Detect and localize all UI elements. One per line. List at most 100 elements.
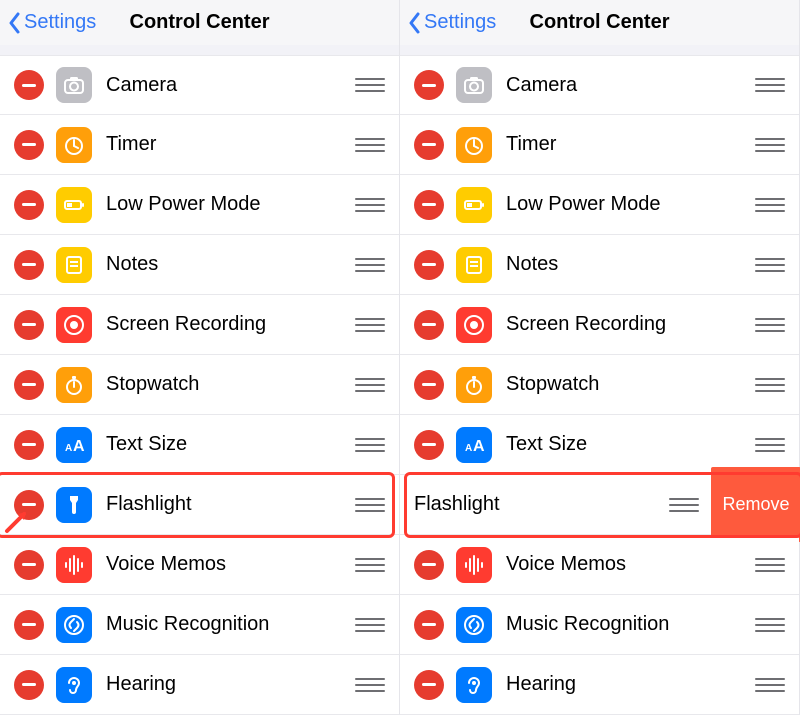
remove-toggle[interactable] xyxy=(414,370,444,400)
remove-toggle[interactable] xyxy=(14,250,44,280)
page-title: Control Center xyxy=(530,11,670,34)
remove-toggle[interactable] xyxy=(14,610,44,640)
waveform-icon xyxy=(456,547,492,583)
remove-toggle[interactable] xyxy=(414,430,444,460)
notes-icon xyxy=(456,247,492,283)
remove-toggle[interactable] xyxy=(414,250,444,280)
control-label: Camera xyxy=(106,74,355,97)
remove-toggle[interactable] xyxy=(414,610,444,640)
remove-toggle[interactable] xyxy=(14,430,44,460)
reorder-handle[interactable] xyxy=(755,258,785,272)
control-row-timer[interactable]: Timer xyxy=(400,115,799,175)
control-row-low-power-mode[interactable]: Low Power Mode xyxy=(400,175,799,235)
control-row-flashlight[interactable]: Flashlight xyxy=(0,475,399,535)
remove-toggle[interactable] xyxy=(14,550,44,580)
control-row-low-power-mode[interactable]: Low Power Mode xyxy=(0,175,399,235)
control-label: Voice Memos xyxy=(106,553,355,576)
reorder-handle[interactable] xyxy=(355,318,385,332)
control-row-hearing[interactable]: Hearing xyxy=(0,655,399,715)
remove-toggle[interactable] xyxy=(414,130,444,160)
control-row-screen-recording[interactable]: Screen Recording xyxy=(400,295,799,355)
control-row-music-recognition[interactable]: Music Recognition xyxy=(400,595,799,655)
reorder-handle[interactable] xyxy=(355,678,385,692)
back-button[interactable]: Settings xyxy=(408,11,496,34)
nav-bar: Settings Control Center xyxy=(0,0,399,45)
reorder-handle[interactable] xyxy=(355,138,385,152)
reorder-handle[interactable] xyxy=(755,618,785,632)
control-label: Flashlight xyxy=(414,493,669,516)
flashlight-icon xyxy=(56,487,92,523)
control-row-camera[interactable]: Camera xyxy=(0,55,399,115)
control-row-music-recognition[interactable]: Music Recognition xyxy=(0,595,399,655)
control-row-screen-recording[interactable]: Screen Recording xyxy=(0,295,399,355)
control-row-stopwatch[interactable]: Stopwatch xyxy=(0,355,399,415)
right-screenshot: Settings Control Center Camera Timer Low P… xyxy=(400,0,800,715)
reorder-handle[interactable] xyxy=(755,558,785,572)
control-row-voice-memos[interactable]: Voice Memos xyxy=(0,535,399,595)
reorder-handle[interactable] xyxy=(755,378,785,392)
back-button[interactable]: Settings xyxy=(8,11,96,34)
reorder-handle[interactable] xyxy=(355,498,385,512)
stopwatch-icon xyxy=(456,367,492,403)
remove-toggle[interactable] xyxy=(14,370,44,400)
reorder-handle[interactable] xyxy=(755,678,785,692)
reorder-handle[interactable] xyxy=(355,438,385,452)
battery-icon xyxy=(456,187,492,223)
ear-icon xyxy=(456,667,492,703)
control-row-notes[interactable]: Notes xyxy=(400,235,799,295)
remove-toggle[interactable] xyxy=(414,670,444,700)
remove-button[interactable]: Remove xyxy=(711,467,800,542)
control-label: Notes xyxy=(106,253,355,276)
control-label: Timer xyxy=(506,133,755,156)
control-row-camera[interactable]: Camera xyxy=(400,55,799,115)
reorder-handle[interactable] xyxy=(755,438,785,452)
reorder-handle[interactable] xyxy=(755,318,785,332)
stopwatch-icon xyxy=(56,367,92,403)
reorder-handle[interactable] xyxy=(669,498,699,512)
reorder-handle[interactable] xyxy=(355,618,385,632)
control-label: Stopwatch xyxy=(106,373,355,396)
remove-toggle[interactable] xyxy=(14,130,44,160)
text-size-icon xyxy=(456,427,492,463)
shazam-icon xyxy=(56,607,92,643)
timer-icon xyxy=(456,127,492,163)
reorder-handle[interactable] xyxy=(755,78,785,92)
control-row-notes[interactable]: Notes xyxy=(0,235,399,295)
control-row-timer[interactable]: Timer xyxy=(0,115,399,175)
control-row-flashlight[interactable]: FlashlightRemove xyxy=(400,475,799,535)
reorder-handle[interactable] xyxy=(755,138,785,152)
reorder-handle[interactable] xyxy=(755,198,785,212)
control-row-stopwatch[interactable]: Stopwatch xyxy=(400,355,799,415)
reorder-handle[interactable] xyxy=(355,78,385,92)
reorder-handle[interactable] xyxy=(355,558,385,572)
control-label: Music Recognition xyxy=(106,613,355,636)
control-row-text-size[interactable]: Text Size xyxy=(400,415,799,475)
remove-toggle[interactable] xyxy=(14,310,44,340)
left-screenshot: Settings Control Center Camera TimerLow P… xyxy=(0,0,400,715)
control-label: Text Size xyxy=(106,433,355,456)
remove-toggle[interactable] xyxy=(414,550,444,580)
remove-toggle[interactable] xyxy=(14,190,44,220)
reorder-handle[interactable] xyxy=(355,378,385,392)
control-row-voice-memos[interactable]: Voice Memos xyxy=(400,535,799,595)
control-label: Text Size xyxy=(506,433,755,456)
reorder-handle[interactable] xyxy=(355,198,385,212)
control-label: Hearing xyxy=(506,673,755,696)
nav-bar: Settings Control Center xyxy=(400,0,799,45)
back-label: Settings xyxy=(24,11,96,34)
remove-toggle[interactable] xyxy=(14,490,44,520)
remove-toggle[interactable] xyxy=(414,70,444,100)
remove-toggle[interactable] xyxy=(14,70,44,100)
control-label: Music Recognition xyxy=(506,613,755,636)
control-row-hearing[interactable]: Hearing xyxy=(400,655,799,715)
remove-toggle[interactable] xyxy=(14,670,44,700)
ear-icon xyxy=(56,667,92,703)
control-label: Camera xyxy=(506,74,755,97)
notes-icon xyxy=(56,247,92,283)
remove-toggle[interactable] xyxy=(414,310,444,340)
control-label: Notes xyxy=(506,253,755,276)
control-row-text-size[interactable]: Text Size xyxy=(0,415,399,475)
reorder-handle[interactable] xyxy=(355,258,385,272)
remove-toggle[interactable] xyxy=(414,190,444,220)
record-icon xyxy=(56,307,92,343)
